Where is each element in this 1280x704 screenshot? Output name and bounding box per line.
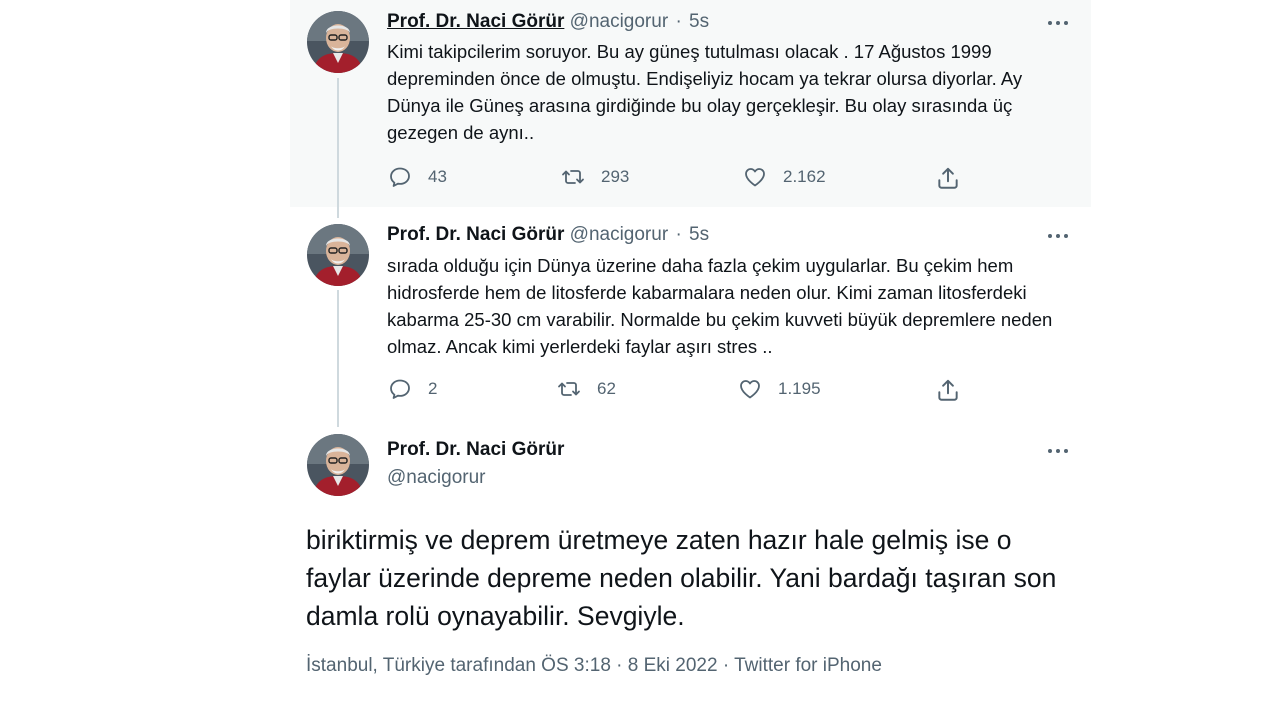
separator-dot: · xyxy=(675,224,682,245)
tweet-header: Prof. Dr. Naci Görür @nacigorur · 5s xyxy=(387,11,709,33)
thread-line-1 xyxy=(337,78,339,218)
retweet-button[interactable]: 293 xyxy=(561,165,629,189)
like-count: 2.162 xyxy=(783,167,826,186)
tweet-time[interactable]: 5s xyxy=(689,11,709,32)
like-button[interactable]: 1.195 xyxy=(738,377,821,401)
heart-icon xyxy=(743,165,767,189)
retweet-button[interactable]: 62 xyxy=(557,377,616,401)
more-horizontal-icon[interactable] xyxy=(1046,441,1070,461)
reply-count: 43 xyxy=(428,167,447,186)
tweet-meta: İstanbul, Türkiye tarafından ÖS 3:18 · 8… xyxy=(306,655,882,676)
reply-button[interactable]: 2 xyxy=(388,377,437,401)
author-handle[interactable]: @nacigorur xyxy=(570,224,669,245)
reply-icon xyxy=(388,377,412,401)
retweet-icon xyxy=(561,165,585,189)
share-icon[interactable] xyxy=(935,165,961,191)
reply-count: 2 xyxy=(428,379,438,398)
separator-dot: · xyxy=(675,11,682,32)
author-name[interactable]: Prof. Dr. Naci Görür xyxy=(387,224,564,245)
avatar[interactable] xyxy=(307,11,369,73)
author-name[interactable]: Prof. Dr. Naci Görür xyxy=(387,11,564,32)
main-tweet-text: biriktirmiş ve deprem üretmeye zaten haz… xyxy=(306,525,1057,631)
like-count: 1.195 xyxy=(778,379,821,398)
tweet-text: sırada olduğu için Dünya üzerine daha fa… xyxy=(387,255,1053,357)
retweet-count: 62 xyxy=(597,379,616,398)
reply-button[interactable]: 43 xyxy=(388,165,447,189)
tweet-time[interactable]: 5s xyxy=(689,224,709,245)
thread-line-2 xyxy=(337,290,339,427)
retweet-count: 293 xyxy=(601,167,630,186)
tweet-text: Kimi takipcilerim soruyor. Bu ay güneş t… xyxy=(387,41,1023,143)
author-handle[interactable]: @nacigorur xyxy=(387,467,486,489)
retweet-icon xyxy=(557,377,581,401)
share-icon[interactable] xyxy=(935,377,961,403)
tweet-header: Prof. Dr. Naci Görür @nacigorur · 5s xyxy=(387,224,709,246)
reply-icon xyxy=(388,165,412,189)
avatar[interactable] xyxy=(307,224,369,286)
heart-icon xyxy=(738,377,762,401)
author-name[interactable]: Prof. Dr. Naci Görür xyxy=(387,439,564,461)
avatar[interactable] xyxy=(307,434,369,496)
more-horizontal-icon[interactable] xyxy=(1046,226,1070,246)
more-horizontal-icon[interactable] xyxy=(1046,13,1070,33)
like-button[interactable]: 2.162 xyxy=(743,165,826,189)
author-handle[interactable]: @nacigorur xyxy=(570,11,669,32)
